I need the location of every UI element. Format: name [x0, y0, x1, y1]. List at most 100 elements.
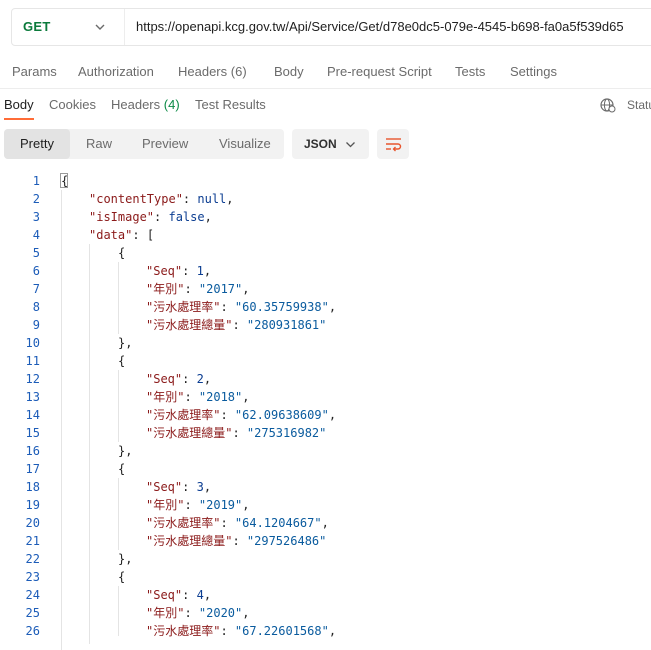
code-line: 26 "污水處理率": "67.22601568", — [0, 622, 651, 640]
json-key: "年別" — [146, 282, 185, 296]
tab-authorization[interactable]: Authorization — [78, 64, 154, 79]
json-key: "污水處理率" — [146, 624, 221, 638]
globe-icon[interactable] — [600, 97, 616, 113]
code-text: "污水處理率": "62.09638609", — [146, 406, 336, 424]
view-visualize-button[interactable]: Visualize — [219, 136, 271, 151]
json-comma: , — [242, 498, 250, 512]
divider — [0, 88, 651, 89]
json-value: 2 — [196, 372, 204, 386]
chevron-down-icon — [346, 142, 355, 148]
wrap-lines-button[interactable] — [377, 129, 409, 159]
json-key: "年別" — [146, 390, 185, 404]
response-tab-headers[interactable]: Headers (4) — [111, 97, 180, 112]
line-number: 17 — [25, 462, 40, 476]
code-line: 9 "污水處理總量": "280931861" — [0, 316, 651, 334]
code-line: 18 "Seq": 3, — [0, 478, 651, 496]
line-number: 18 — [25, 480, 40, 494]
json-value: "280931861" — [246, 318, 327, 332]
line-number: 5 — [32, 246, 40, 260]
json-key: "污水處理率" — [146, 516, 221, 530]
view-raw-button[interactable]: Raw — [86, 136, 112, 151]
json-value: "64.1204667" — [234, 516, 322, 530]
tab-settings[interactable]: Settings — [510, 64, 557, 79]
json-key: "Seq" — [146, 588, 183, 602]
json-colon: : — [182, 588, 197, 602]
code-text: "年別": "2017", — [146, 280, 250, 298]
active-tab-indicator — [4, 118, 34, 120]
code-line: 10 }, — [0, 334, 651, 352]
url-input[interactable]: https://openapi.kcg.gov.tw/Api/Service/G… — [136, 19, 624, 34]
json-key: "污水處理總量" — [146, 426, 233, 440]
code-line: 13 "年別": "2018", — [0, 388, 651, 406]
code-text: { — [61, 174, 69, 188]
json-comma: , — [242, 282, 250, 296]
json-colon: : — [232, 318, 247, 332]
line-number: 4 — [32, 228, 40, 242]
line-number: 11 — [25, 354, 40, 368]
tab-headers-label: Headers — [178, 64, 228, 79]
json-value: 3 — [196, 480, 204, 494]
code-text: "Seq": 4, — [146, 586, 211, 604]
json-key: "Seq" — [146, 264, 183, 278]
line-number: 1 — [32, 174, 40, 188]
format-select[interactable]: JSON — [292, 129, 369, 159]
json-value: 1 — [196, 264, 204, 278]
code-text: { — [118, 246, 126, 260]
json-key: "isImage" — [89, 210, 155, 224]
code-text: }, — [118, 444, 133, 458]
view-preview-button[interactable]: Preview — [142, 136, 188, 151]
line-number: 21 — [25, 534, 40, 548]
code-line: 6 "Seq": 1, — [0, 262, 651, 280]
code-text: { — [118, 462, 126, 476]
code-text: "Seq": 3, — [146, 478, 211, 496]
tab-headers[interactable]: Headers (6) — [178, 64, 247, 79]
code-text: { — [118, 570, 126, 584]
code-line: 24 "Seq": 4, — [0, 586, 651, 604]
json-colon: : — [220, 516, 235, 530]
line-number: 6 — [32, 264, 40, 278]
json-colon: : — [220, 300, 235, 314]
method-label: GET — [23, 19, 51, 34]
code-line: 17 { — [0, 460, 651, 478]
json-comma: , — [328, 408, 337, 422]
line-number: 23 — [25, 570, 40, 584]
json-colon: : — [182, 192, 198, 206]
format-label: JSON — [304, 137, 337, 151]
line-number: 24 — [25, 588, 40, 602]
code-text: "污水處理率": "64.1204667", — [146, 514, 329, 532]
request-tabs: Params Authorization Headers (6) Body Pr… — [0, 64, 651, 88]
response-tab-body[interactable]: Body — [4, 97, 34, 112]
code-text: "Seq": 1, — [146, 262, 211, 280]
tab-params[interactable]: Params — [12, 64, 57, 79]
tab-body[interactable]: Body — [274, 64, 304, 79]
response-tab-cookies[interactable]: Cookies — [49, 97, 96, 112]
json-value: "60.35759938" — [234, 300, 329, 314]
view-pretty-button[interactable]: Pretty — [4, 129, 70, 159]
code-text: { — [118, 354, 126, 368]
json-comma: , — [226, 192, 234, 206]
json-colon: : — [220, 624, 235, 638]
json-key: "年別" — [146, 606, 185, 620]
json-comma: , — [242, 606, 250, 620]
method-select[interactable]: GET — [12, 9, 125, 45]
tab-tests[interactable]: Tests — [455, 64, 485, 79]
tab-pre-request-script[interactable]: Pre-request Script — [327, 64, 432, 79]
json-comma: , — [328, 624, 337, 638]
json-value: "297526486" — [246, 534, 327, 548]
code-line: 3 "isImage": false, — [0, 208, 651, 226]
response-tab-test-results[interactable]: Test Results — [195, 97, 266, 112]
json-value: false — [168, 210, 205, 224]
line-number: 9 — [32, 318, 40, 332]
line-number: 7 — [32, 282, 40, 296]
status-label: Statu — [627, 98, 651, 112]
code-line: 22 }, — [0, 550, 651, 568]
code-line: 5 { — [0, 244, 651, 262]
code-text: }, — [118, 336, 133, 350]
line-number: 2 — [32, 192, 40, 206]
json-key: "污水處理總量" — [146, 534, 233, 548]
json-colon: : — [232, 534, 247, 548]
json-comma: , — [203, 588, 212, 602]
line-number: 25 — [25, 606, 40, 620]
json-comma: , — [203, 264, 212, 278]
code-line: 7 "年別": "2017", — [0, 280, 651, 298]
